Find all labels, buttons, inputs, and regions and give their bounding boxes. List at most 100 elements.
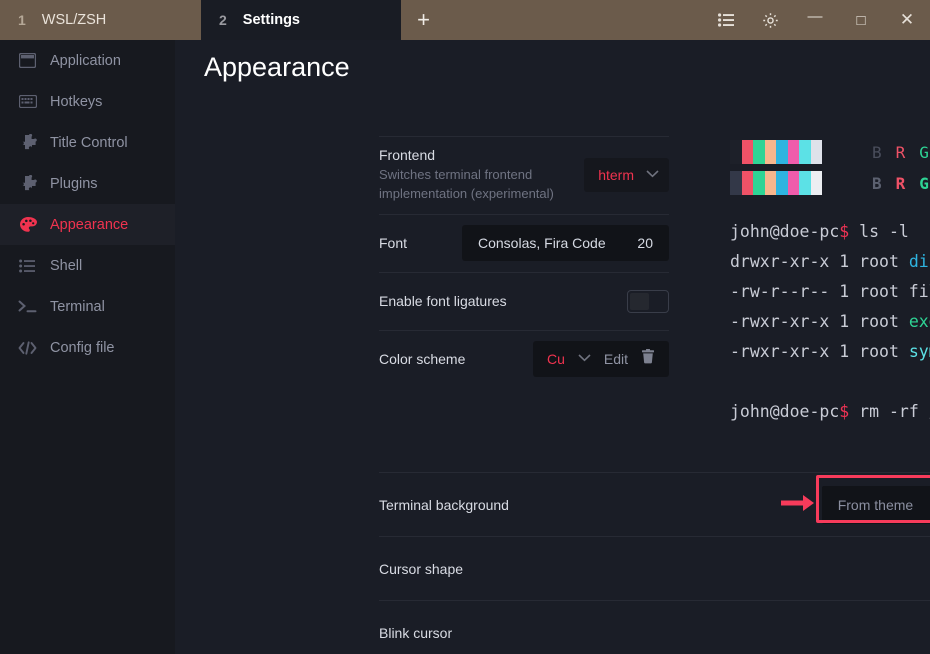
terminal-span: -rw-r--r-- 1 root file [730, 282, 930, 301]
font-input-group[interactable]: Consolas, Fira Code 20 [462, 225, 669, 262]
puzzle-icon [18, 133, 37, 152]
list-icon [18, 256, 37, 275]
sidebar-item-appearance[interactable]: Appearance [0, 204, 175, 245]
setting-label: Enable font ligatures [379, 293, 507, 310]
setting-label: Cursor shape [379, 560, 464, 577]
gear-icon[interactable] [748, 0, 792, 40]
terminal-span: -rwxr-xr-x 1 root [730, 342, 909, 361]
terminal-span: ls -l [849, 222, 909, 241]
tab-index: 2 [219, 12, 227, 28]
prompt-icon [18, 297, 37, 316]
minimize-button[interactable]: — [792, 0, 838, 40]
terminal-sample-text: john@doe-pc$ ls -ldrwxr-xr-x 1 root dire… [730, 217, 930, 427]
terminal-line: drwxr-xr-x 1 root directory [730, 247, 930, 277]
terminal-span: executable [908, 312, 930, 331]
terminal-span: john@doe-pc [730, 402, 840, 421]
application-icon [18, 51, 37, 70]
palette-letter-0: B [872, 142, 882, 162]
font-family-input[interactable]: Consolas, Fira Code [478, 235, 606, 251]
chevron-down-icon[interactable] [578, 353, 591, 365]
palette-swatch-1 [741, 171, 753, 195]
palette-row-normal: BRGYBMTW [730, 140, 930, 164]
color-scheme-edit-button[interactable]: Edit [604, 351, 628, 367]
tab-label: WSL/ZSH [41, 12, 107, 28]
terminal-span: john@doe-pc [730, 222, 840, 241]
setting-row-cursor-shape: Cursor shape [379, 536, 930, 600]
sidebar-item-label: Config file [50, 339, 115, 356]
sidebar-item-label: Shell [50, 257, 83, 274]
terminal-line: -rwxr-xr-x 1 root executable [730, 307, 930, 337]
setting-label: Color scheme [379, 351, 466, 368]
setting-label: Blink cursor [379, 624, 453, 641]
palette-swatch-7 [810, 140, 822, 164]
palette-swatch-4 [776, 171, 788, 195]
setting-row-terminal-background: Terminal background From theme From colo… [379, 472, 930, 536]
toggle-knob [630, 292, 649, 310]
terminal-background-from-theme[interactable]: From theme [822, 497, 929, 513]
terminal-span: sym [908, 342, 930, 361]
palette-icon [18, 215, 37, 234]
palette-swatch-4 [776, 140, 788, 164]
sidebar-item-title-control[interactable]: Title Control [0, 122, 175, 163]
setting-label: Terminal background [379, 496, 509, 513]
terminal-span: $ [839, 222, 850, 241]
trash-icon[interactable] [641, 349, 655, 369]
app-window: 1 WSL/ZSH 2 Settings + — □ ✕ Application… [0, 0, 930, 654]
sidebar-item-label: Appearance [50, 216, 129, 233]
palette-letter-2: G [919, 173, 929, 193]
new-tab-button[interactable]: + [401, 0, 446, 40]
ligatures-toggle[interactable] [627, 289, 669, 313]
sidebar-item-terminal[interactable]: Terminal [0, 286, 175, 327]
setting-label: Frontend [379, 147, 436, 163]
font-size-input[interactable]: 20 [637, 235, 653, 251]
close-button[interactable]: ✕ [884, 0, 930, 40]
palette-swatch-6 [799, 171, 811, 195]
setting-description: Switches terminal frontend implementatio… [379, 167, 554, 201]
palette-swatch-0 [730, 140, 742, 164]
palette-swatch-0 [730, 171, 742, 195]
terminal-background-control: From theme From color scheme [815, 474, 930, 524]
window-controls: — □ ✕ [704, 0, 930, 40]
puzzle-icon [18, 174, 37, 193]
sidebar-item-label: Title Control [50, 134, 128, 151]
page-title: Appearance [204, 52, 350, 82]
palette-letter-0: B [872, 173, 882, 193]
sidebar-item-hotkeys[interactable]: Hotkeys [0, 81, 175, 122]
sidebar-item-application[interactable]: Application [0, 40, 175, 81]
sidebar-item-plugins[interactable]: Plugins [0, 163, 175, 204]
palette-swatch-3 [764, 171, 776, 195]
sidebar-item-shell[interactable]: Shell [0, 245, 175, 286]
list-icon[interactable] [704, 0, 748, 40]
frontend-value: hterm [598, 167, 634, 184]
tab-wsl-zsh[interactable]: 1 WSL/ZSH [0, 0, 201, 40]
title-bar: 1 WSL/ZSH 2 Settings + — □ ✕ [0, 0, 930, 40]
maximize-button[interactable]: □ [838, 0, 884, 40]
palette-swatch-6 [799, 140, 811, 164]
setting-row-frontend: Frontend Switches terminal frontend impl… [379, 136, 669, 214]
sidebar-item-label: Terminal [50, 298, 105, 315]
setting-row-color-scheme: Color scheme Cu Edit [379, 329, 669, 388]
palette-swatches-bright [730, 171, 822, 195]
palette-swatch-2 [753, 140, 765, 164]
setting-label: Font [379, 235, 408, 252]
terminal-line: -rwxr-xr-x 1 root sym -> link [730, 337, 930, 367]
palette-letters-bright: BRGYBMTW [872, 174, 930, 193]
sidebar-item-label: Plugins [50, 175, 98, 192]
frontend-select[interactable]: hterm [584, 158, 669, 193]
tab-label: Settings [242, 12, 300, 28]
palette-letter-2: G [919, 142, 929, 162]
titlebar-drag-area [446, 0, 704, 40]
color-scheme-value[interactable]: Cu [547, 351, 565, 367]
tab-settings[interactable]: 2 Settings [201, 0, 401, 40]
setting-row-blink-cursor: Blink cursor ✓ [379, 600, 930, 654]
red-arrow-icon [781, 492, 817, 514]
setting-row-font: Font Consolas, Fira Code 20 [379, 213, 669, 272]
terminal-line: -rw-r--r-- 1 root file [730, 277, 930, 307]
settings-sidebar: Application Hotkeys Title Control Plugin… [0, 40, 175, 654]
sidebar-item-config-file[interactable]: Config file [0, 327, 175, 368]
palette-letter-1: R [895, 142, 906, 162]
terminal-span: $ [839, 402, 850, 421]
terminal-span: directory [908, 252, 930, 271]
palette-swatch-2 [753, 171, 765, 195]
